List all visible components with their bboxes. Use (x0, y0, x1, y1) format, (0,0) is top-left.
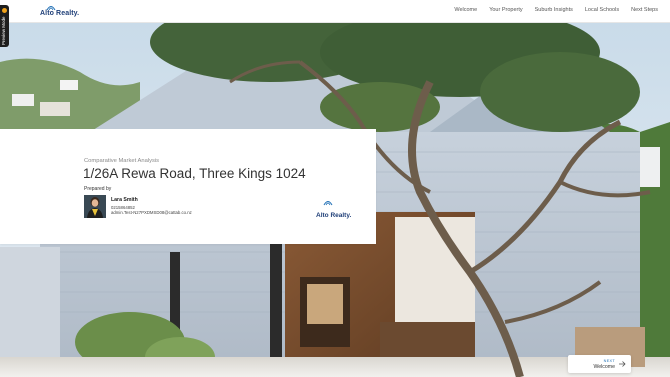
card-logo-text: Alto Realty. (316, 212, 352, 219)
logo-text: Alto Realty. (40, 10, 80, 17)
card-brand-logo: Alto Realty. (316, 201, 352, 222)
nav-suburb-insights[interactable]: Suburb Insights (535, 7, 573, 13)
brand-logo[interactable]: Alto Realty. (40, 6, 79, 17)
agent-name: Lara Smith (111, 197, 138, 203)
agent-portrait (84, 195, 106, 218)
agent-phone[interactable]: 0215864852 (111, 205, 135, 210)
preview-indicator-icon (2, 8, 7, 13)
nav-next-steps[interactable]: Next Steps (631, 7, 658, 13)
arrow-right-icon (619, 361, 626, 367)
nav-local-schools[interactable]: Local Schools (585, 7, 619, 13)
property-address: 1/26A Rewa Road, Three Kings 1024 (83, 166, 306, 181)
property-intro-card: Comparative Market Analysis 1/26A Rewa R… (0, 129, 376, 244)
nav-your-property[interactable]: Your Property (489, 7, 522, 13)
report-subtitle: Comparative Market Analysis (84, 158, 160, 164)
logo-mark-icon (46, 6, 56, 11)
agent-photo (84, 195, 106, 218)
main-nav: Welcome Your Property Suburb Insights Lo… (454, 7, 658, 13)
preview-mode-tab[interactable]: Preview Mode (0, 5, 9, 47)
agent-email[interactable]: admin.Test-N27PXDMSD08@cattab.co.nz (111, 210, 192, 215)
preview-mode-label: Preview Mode (1, 16, 6, 45)
next-section-button[interactable]: NEXT Welcome (568, 355, 631, 373)
next-label: Welcome (593, 363, 615, 370)
logo-mark-icon (323, 201, 333, 206)
nav-welcome[interactable]: Welcome (454, 7, 477, 13)
top-header: Alto Realty. Welcome Your Property Subur… (0, 0, 670, 23)
next-kicker: NEXT (603, 358, 615, 363)
prepared-by-label: Prepared by (84, 186, 112, 192)
